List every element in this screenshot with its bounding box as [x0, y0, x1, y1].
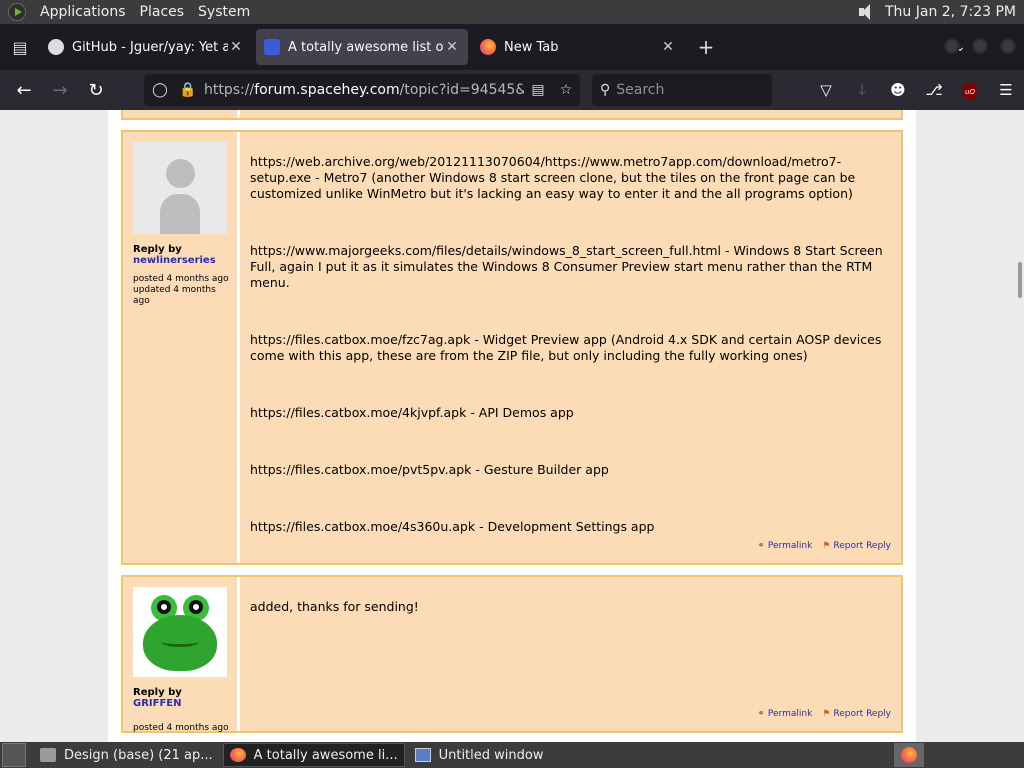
report-reply-link[interactable]: ⚑ Report Reply — [822, 709, 891, 719]
top-panel: Applications Places System Thu Jan 2, 7:… — [0, 0, 1024, 24]
github-icon — [48, 39, 64, 55]
shield-icon[interactable]: ◯ — [148, 82, 172, 98]
tab-spacehey[interactable]: A totally awesome list of "o ✕ — [256, 29, 468, 65]
scrollbar-thumb[interactable] — [1018, 262, 1022, 298]
extensions-icon[interactable]: ⎇ — [916, 81, 952, 99]
close-tab-icon[interactable]: ✕ — [228, 39, 244, 55]
permalink-link[interactable]: ⚭ Permalink — [757, 541, 812, 551]
close-tab-icon[interactable]: ✕ — [444, 39, 460, 55]
reply-paragraph[interactable]: https://www.majorgeeks.com/files/details… — [250, 243, 890, 291]
tab-github[interactable]: GitHub - Jguer/yay: Yet anot ✕ — [40, 29, 252, 65]
reply-paragraph[interactable]: https://files.catbox.moe/fzc7ag.apk - Wi… — [250, 332, 890, 364]
posted-time: posted 4 months ago — [133, 274, 229, 284]
bottom-taskbar: Design (base) (21 ap... A totally awesom… — [0, 742, 1024, 768]
forward-button[interactable]: → — [42, 74, 78, 106]
flag-icon: ⚑ — [822, 709, 831, 719]
reply-paragraph[interactable]: https://files.catbox.moe/4kjvpf.apk - AP… — [250, 405, 890, 421]
url-bar[interactable]: ◯ 🔒 https://forum.spacehey.com/topic?id=… — [144, 74, 580, 106]
link-icon: ⚭ — [757, 541, 765, 551]
reply-post: Reply by newlinerseries posted 4 months … — [121, 130, 903, 565]
reply-by-label: Reply by — [133, 244, 182, 255]
tab-new-tab[interactable]: New Tab ✕ — [472, 29, 684, 65]
username-link[interactable]: newlinerseries — [133, 255, 216, 266]
downloads-icon[interactable]: ↓ — [844, 81, 880, 99]
permalink-link[interactable]: ⚭ Permalink — [757, 709, 812, 719]
ublock-origin-icon[interactable]: uO — [952, 80, 988, 100]
window-controls — [944, 38, 1016, 54]
reply-paragraph[interactable]: https://files.catbox.moe/pvt5pv.apk - Ge… — [250, 462, 890, 478]
workspace-switcher[interactable] — [894, 743, 924, 767]
account-icon[interactable]: ☻ — [880, 81, 916, 99]
menu-hamburger-icon[interactable]: ☰ — [988, 81, 1024, 99]
lock-icon[interactable]: 🔒 — [176, 82, 200, 98]
taskbar-item-file-manager[interactable]: Design (base) (21 ap... — [34, 743, 219, 767]
back-button[interactable]: ← — [6, 74, 42, 106]
applications-menu[interactable]: Applications — [40, 4, 126, 20]
page-viewport: Reply by newlinerseries posted 4 months … — [0, 110, 1024, 742]
reply-post: Reply by GRIFFEN posted 4 months ago add… — [121, 575, 903, 733]
window-icon — [414, 748, 431, 762]
pocket-icon[interactable]: ▽ — [808, 81, 844, 99]
folder-icon — [40, 748, 56, 762]
show-desktop-button[interactable] — [2, 743, 26, 767]
report-reply-link[interactable]: ⚑ Report Reply — [822, 541, 891, 551]
tab-strip: ▤ GitHub - Jguer/yay: Yet anot ✕ A total… — [0, 24, 1024, 70]
navigation-toolbar: ← → ↻ ◯ 🔒 https://forum.spacehey.com/top… — [0, 70, 1024, 110]
tab-title: GitHub - Jguer/yay: Yet anot — [72, 39, 228, 55]
taskbar-item-untitled-window[interactable]: Untitled window — [409, 743, 550, 767]
reply-paragraph[interactable]: https://web.archive.org/web/201211130706… — [250, 154, 890, 202]
reply-by-label: Reply by — [133, 687, 182, 698]
tab-list-icon[interactable]: ▤ — [0, 24, 40, 70]
firefox-icon — [901, 747, 917, 763]
posted-time: posted 4 months ago — [133, 723, 229, 733]
places-menu[interactable]: Places — [140, 4, 185, 20]
system-menu[interactable]: System — [198, 4, 250, 20]
flag-icon: ⚑ — [822, 541, 831, 551]
new-tab-button[interactable]: + — [688, 35, 724, 59]
link-icon: ⚭ — [757, 709, 765, 719]
reply-actions: ⚭ Permalink ⚑ Report Reply — [757, 709, 891, 719]
bookmark-star-icon[interactable]: ☆ — [552, 82, 580, 98]
avatar[interactable] — [133, 587, 227, 677]
reply-actions: ⚭ Permalink ⚑ Report Reply — [757, 541, 891, 551]
spacehey-icon — [264, 39, 280, 55]
firefox-icon — [480, 39, 496, 55]
distro-logo-icon[interactable] — [8, 3, 26, 21]
search-icon: ⚲ — [600, 82, 611, 98]
reload-button[interactable]: ↻ — [78, 74, 114, 106]
username-link[interactable]: GRIFFEN — [133, 698, 182, 709]
updated-time: updated 4 months ago — [133, 285, 216, 306]
search-bar[interactable]: ⚲ Search — [592, 74, 772, 106]
search-placeholder: Search — [616, 82, 665, 98]
volume-icon[interactable] — [857, 4, 875, 20]
avatar[interactable] — [133, 142, 227, 234]
taskbar-item-firefox[interactable]: A totally awesome li... — [222, 743, 405, 767]
reply-author: Reply by GRIFFEN posted 4 months ago — [133, 587, 229, 734]
tab-title: A totally awesome list of "o — [288, 39, 444, 55]
reply-paragraph[interactable]: added, thanks for sending! — [250, 599, 890, 615]
minimize-button[interactable] — [944, 38, 960, 54]
tab-title: New Tab — [504, 39, 559, 55]
reply-author: Reply by newlinerseries posted 4 months … — [133, 142, 229, 307]
firefox-icon — [229, 748, 246, 762]
close-tab-icon[interactable]: ✕ — [660, 39, 676, 55]
reply-content: https://web.archive.org/web/201211130706… — [250, 154, 890, 576]
maximize-button[interactable] — [972, 38, 988, 54]
toolbar-extensions: ▽ ↓ ☻ ⎇ uO ☰ — [808, 74, 1024, 106]
previous-reply — [121, 110, 903, 120]
url-text[interactable]: https://forum.spacehey.com/topic?id=9454… — [204, 82, 524, 98]
reader-view-icon[interactable]: ▤ — [524, 82, 552, 98]
clock[interactable]: Thu Jan 2, 7:23 PM — [885, 4, 1016, 20]
reply-content: added, thanks for sending! — [250, 599, 890, 656]
reply-paragraph[interactable]: https://files.catbox.moe/4s360u.apk - De… — [250, 519, 890, 535]
close-window-button[interactable] — [1000, 38, 1016, 54]
